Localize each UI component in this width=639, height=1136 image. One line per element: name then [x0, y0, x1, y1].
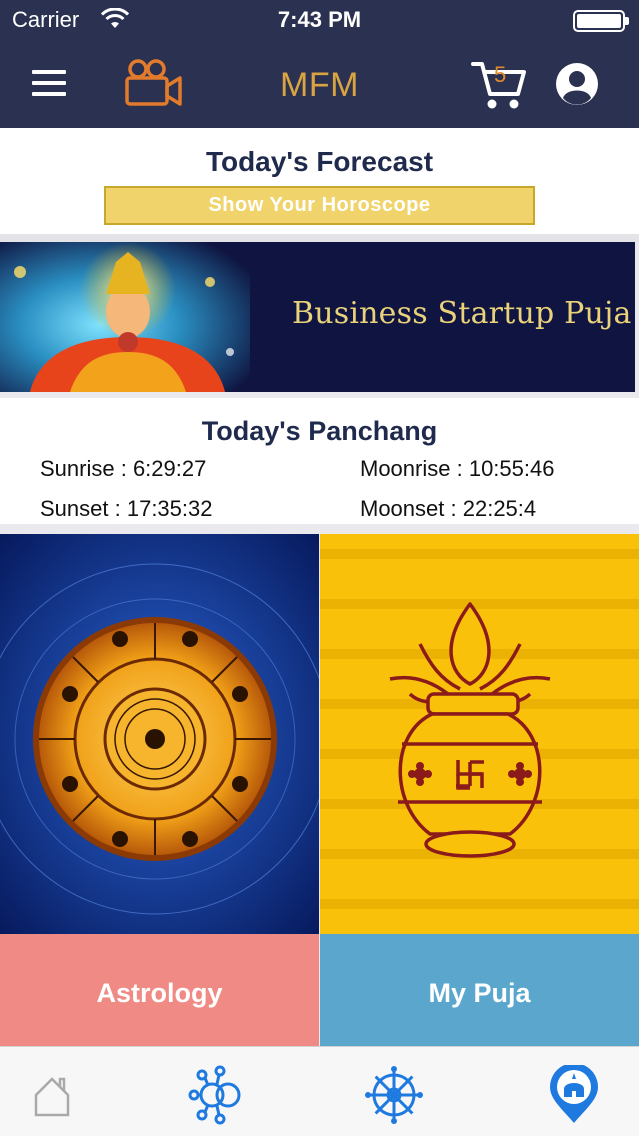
show-horoscope-button[interactable]: Show Your Horoscope: [104, 186, 535, 225]
status-bar: Carrier 7:43 PM: [0, 0, 639, 40]
zodiac-wheel-image: [0, 534, 319, 934]
bottom-tab-bar: [0, 1046, 639, 1136]
moonrise-value: 10:55:46: [468, 456, 555, 481]
home-icon[interactable]: [20, 1065, 84, 1125]
app-title: MFM: [280, 66, 359, 104]
astrology-button[interactable]: Astrology: [0, 934, 319, 1046]
nav-bar: MFM 5: [0, 40, 639, 128]
battery-icon: [573, 10, 629, 32]
moonrise-label: Moonrise: [360, 456, 451, 481]
forecast-section: Today's Forecast Show Your Horoscope: [0, 128, 639, 234]
moonset-value: 22:25:4: [462, 496, 537, 521]
sunrise-label: Sunrise: [40, 456, 115, 481]
user-profile-icon[interactable]: [555, 62, 599, 106]
banner-title: Business Startup Puja: [292, 296, 632, 331]
panchang-title: Today's Panchang: [201, 416, 438, 446]
cart-count-badge: 5: [494, 62, 507, 87]
kalash-image: [320, 534, 639, 934]
dharma-wheel-icon[interactable]: [362, 1065, 426, 1125]
section-divider: [0, 524, 639, 534]
cart-button[interactable]: 5: [470, 58, 526, 112]
astrology-tile[interactable]: [0, 534, 319, 934]
panchang-section: Today's Panchang Sunrise : 6:29:27 Moonr…: [0, 398, 639, 524]
section-divider: [0, 234, 639, 242]
goddess-image: [0, 242, 250, 392]
top-header: Carrier 7:43 PM MFM 5: [0, 0, 639, 128]
moonrise-row: Moonrise : 10:55:46: [360, 456, 555, 481]
puja-tile[interactable]: [320, 534, 639, 934]
promo-banner[interactable]: Business Startup Puja: [0, 242, 635, 392]
moonset-row: Moonset : 22:25:4: [360, 496, 537, 521]
sunrise-value: 6:29:27: [132, 456, 207, 481]
sunset-value: 17:35:32: [126, 496, 213, 521]
planets-icon[interactable]: [186, 1065, 250, 1125]
moonset-label: Moonset: [360, 496, 445, 521]
forecast-title: Today's Forecast: [205, 146, 434, 177]
my-puja-button[interactable]: My Puja: [320, 934, 639, 1046]
clock-time: 7:43 PM: [277, 7, 362, 32]
sunset-row: Sunset : 17:35:32: [40, 496, 213, 521]
temple-location-icon[interactable]: [542, 1065, 606, 1125]
sunset-label: Sunset: [40, 496, 109, 521]
sunrise-row: Sunrise : 6:29:27: [40, 456, 207, 481]
